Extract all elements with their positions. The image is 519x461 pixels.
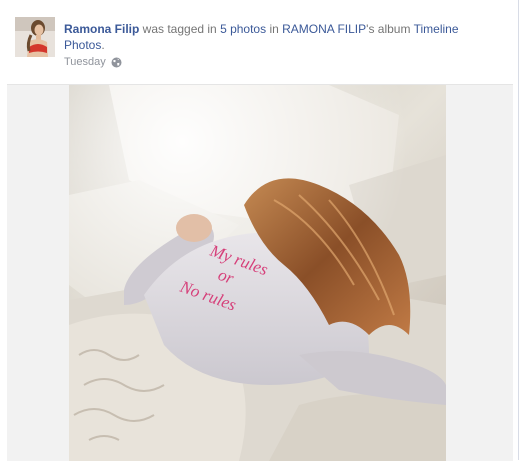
actor-name-link[interactable]: Ramona Filip bbox=[64, 22, 139, 36]
period-text: . bbox=[101, 38, 105, 52]
story-meta: Tuesday bbox=[64, 55, 122, 69]
tagged-photo[interactable]: My rules or No rules bbox=[69, 85, 446, 461]
story-header: Ramona Filip was tagged in 5 photos in R… bbox=[64, 21, 494, 53]
profile-avatar[interactable] bbox=[15, 17, 55, 57]
timestamp-link[interactable]: Tuesday bbox=[64, 55, 106, 69]
tagged-text: was tagged in bbox=[139, 22, 221, 36]
avatar-image bbox=[15, 17, 55, 57]
in-text: in bbox=[266, 22, 283, 36]
newsfeed-story: Ramona Filip was tagged in 5 photos in R… bbox=[0, 0, 519, 461]
album-owner-link[interactable]: RAMONA FILIP bbox=[282, 22, 366, 36]
photo-container: My rules or No rules bbox=[7, 84, 513, 461]
globe-icon[interactable] bbox=[111, 57, 122, 68]
album-text: 's album bbox=[366, 22, 414, 36]
photos-count-link[interactable]: 5 photos bbox=[220, 22, 266, 36]
